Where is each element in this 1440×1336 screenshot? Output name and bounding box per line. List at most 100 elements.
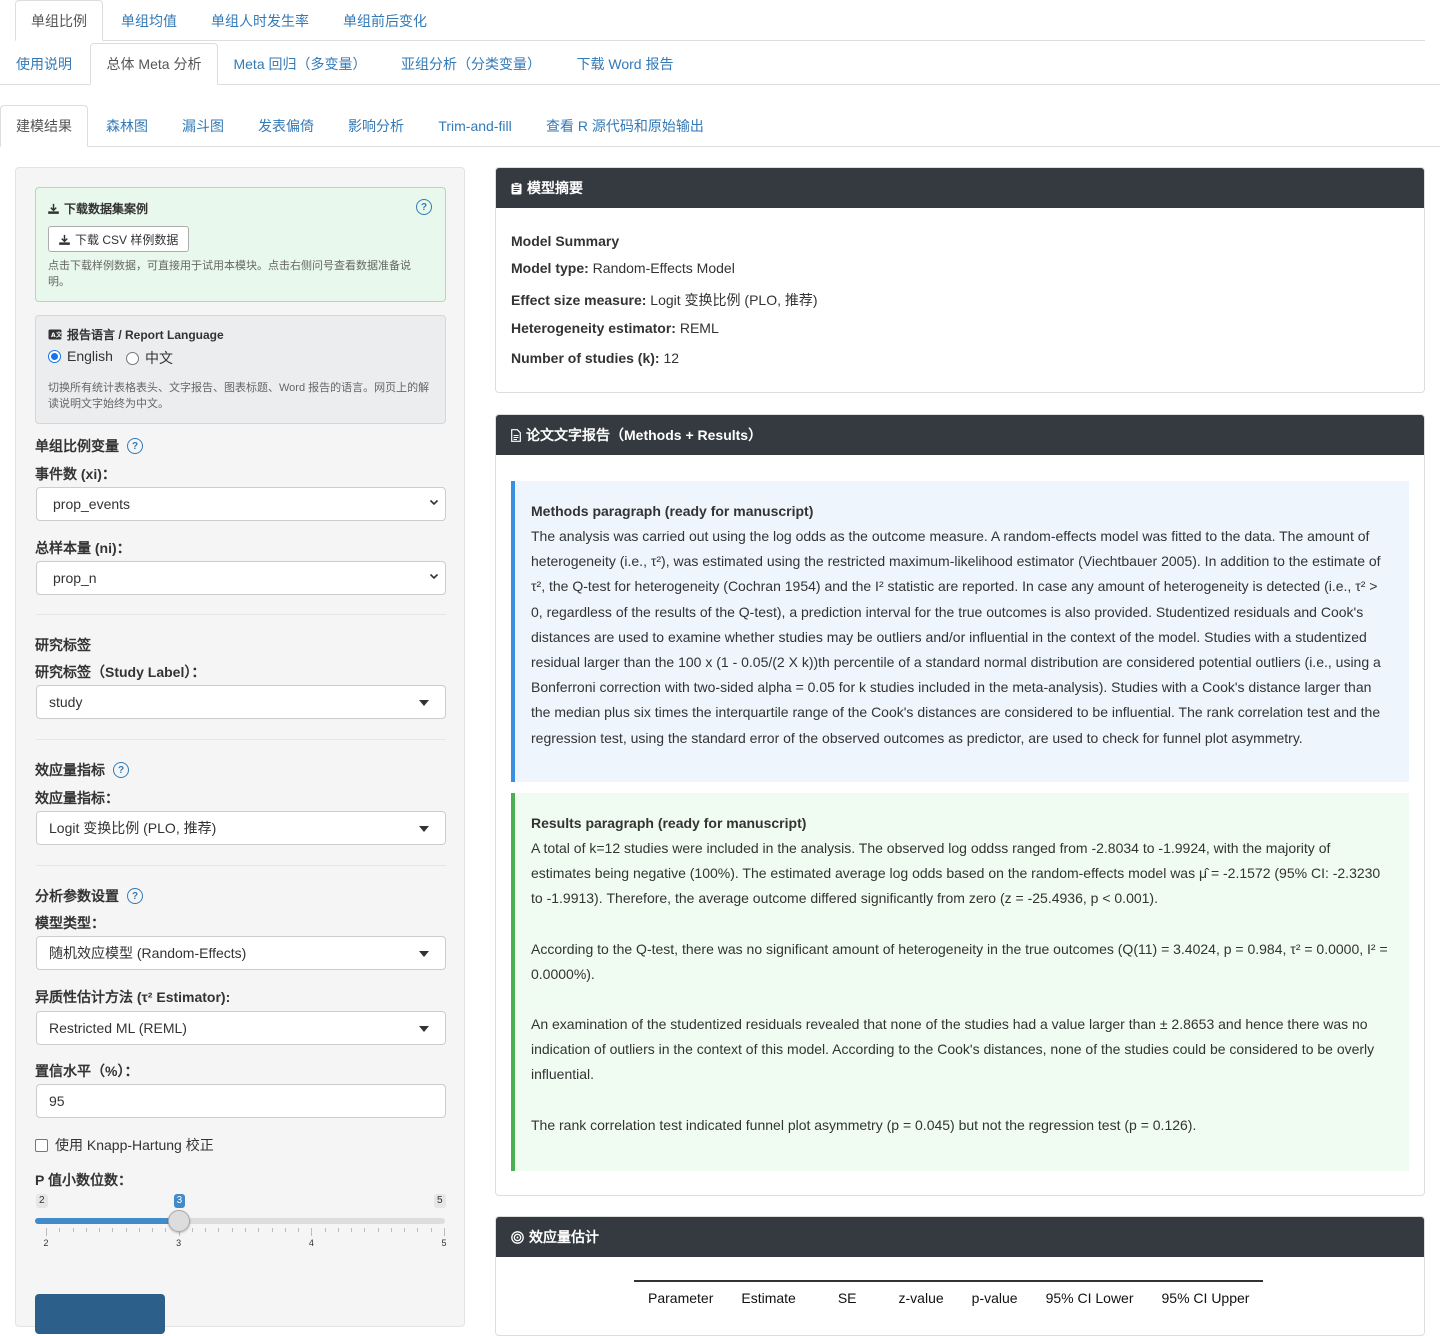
tab-single-mean[interactable]: 单组均值 (110, 0, 188, 41)
knapp-hartung-checkbox[interactable] (35, 1138, 48, 1152)
slider-tick (390, 1228, 392, 1232)
model-type-select[interactable]: 随机效应模型 (Random-Effects) (36, 936, 446, 970)
effect-estimate-header: 效应量估计 (496, 1217, 1424, 1257)
slider-tick (112, 1228, 114, 1232)
col-ci-lower: 95% CI Lower (1031, 1280, 1148, 1313)
methods-paragraph-text: The analysis was carried out using the l… (531, 528, 1381, 746)
slider-tick (85, 1228, 87, 1232)
effect-estimate-table: Parameter Estimate SE z-value p-value 95… (634, 1280, 1264, 1313)
tab-publication-bias[interactable]: 发表偏倚 (244, 105, 328, 147)
divider (36, 739, 446, 740)
tab-instructions[interactable]: 使用说明 (2, 43, 86, 85)
chevron-down-icon (429, 497, 439, 510)
radio-english[interactable] (48, 349, 61, 363)
report-language-card: A文 报告语言 / Report Language English 中文 切换所… (35, 315, 446, 424)
knapp-hartung-option[interactable]: 使用 Knapp-Hartung 校正 (35, 1135, 214, 1155)
slider-tick (284, 1228, 286, 1232)
p-digits-slider[interactable]: 2 5 3 2 3 4 5 (35, 1192, 447, 1252)
caret-down-icon (419, 700, 429, 706)
params-section-title: 分析参数设置 ? (35, 886, 143, 906)
tab-single-person-time[interactable]: 单组人时发生率 (200, 0, 320, 41)
slider-tick (430, 1228, 432, 1232)
slider-tick (152, 1228, 154, 1232)
slider-tick (298, 1228, 300, 1232)
slider-tick (417, 1228, 419, 1232)
effect-size-label: 效应量指标： (35, 790, 119, 806)
tab-model-results[interactable]: 建模结果 (0, 105, 88, 147)
results-paragraph-box: Results paragraph (ready for manuscript)… (511, 793, 1409, 1171)
effect-estimate-panel: 效应量估计 Parameter Estimate SE z-value p-va… (495, 1216, 1425, 1336)
slider-handle[interactable] (167, 1210, 190, 1232)
question-help-icon[interactable]: ? (113, 762, 129, 778)
slider-tick-label: 5 (441, 1238, 447, 1248)
results-paragraph-1: A total of k=12 studies were included in… (531, 840, 1381, 907)
col-ci-upper: 95% CI Upper (1147, 1280, 1264, 1313)
question-help-icon[interactable]: ? (416, 199, 432, 215)
events-select[interactable]: prop_events (36, 487, 446, 521)
slider-tick (125, 1228, 127, 1232)
slider-tick (46, 1228, 47, 1236)
download-csv-button[interactable]: 下载 CSV 样例数据 (48, 226, 190, 252)
slider-tick (245, 1228, 246, 1232)
events-label: 事件数 (xi)： (35, 466, 116, 482)
summary-number-of-studies: Number of studies (k): 12 (511, 350, 680, 366)
tau-estimator-select[interactable]: Restricted ML (REML) (36, 1011, 446, 1045)
tab-forest-plot[interactable]: 森林图 (92, 105, 162, 147)
n-label: 总样本量 (ni)： (35, 540, 131, 556)
results-paragraph-3: An examination of the studentized residu… (531, 1016, 1375, 1083)
radio-chinese[interactable] (126, 351, 139, 365)
caret-down-icon (419, 951, 429, 957)
effect-size-select[interactable]: Logit 变换比例 (PLO, 推荐) (36, 811, 446, 845)
slider-tick (311, 1228, 313, 1236)
col-estimate: Estimate (727, 1280, 810, 1313)
language-option-english[interactable]: English (48, 348, 113, 364)
language-card-title: A文 报告语言 / Report Language (48, 326, 224, 343)
slider-tick (138, 1228, 140, 1232)
slider-tick (205, 1228, 207, 1232)
col-p-value: p-value (957, 1280, 1032, 1313)
slider-tick (99, 1228, 101, 1232)
tab-subgroup[interactable]: 亚组分析（分类变量） (390, 43, 552, 85)
sidebar-panel: 下载数据集案例 ? 下载 CSV 样例数据 点击下载样例数据，可直接用于试用本模… (15, 167, 465, 1334)
download-card-title: 下载数据集案例 (48, 200, 148, 217)
model-type-label: 模型类型： (35, 915, 105, 931)
text-report-header: 论文文字报告（Methods + Results） (496, 415, 1424, 455)
slider-fill (35, 1218, 179, 1224)
slider-tick (218, 1228, 220, 1232)
slider-tick (377, 1228, 379, 1232)
tab-r-source[interactable]: 查看 R 源代码和原始输出 (532, 105, 718, 147)
tab-funnel-plot[interactable]: 漏斗图 (168, 105, 238, 147)
tab-single-proportion[interactable]: 单组比例 (15, 0, 103, 41)
tab-single-pre-post[interactable]: 单组前后变化 (332, 0, 438, 41)
question-help-icon[interactable]: ? (127, 888, 143, 904)
results-paragraph-4: The rank correlation test indicated funn… (531, 1116, 1197, 1133)
tab-download-word[interactable]: 下载 Word 报告 (566, 43, 684, 85)
slider-value-label: 3 (173, 1194, 186, 1208)
table-header-row: Parameter Estimate SE z-value p-value 95… (634, 1280, 1264, 1313)
study-section-title: 研究标签 (35, 637, 91, 653)
col-z-value: z-value (884, 1280, 958, 1313)
slider-tick-label: 4 (308, 1238, 314, 1248)
document-icon (511, 428, 521, 442)
tab-trim-and-fill[interactable]: Trim-and-fill (424, 105, 526, 147)
slider-tick-label: 3 (176, 1238, 182, 1248)
target-icon (511, 1230, 524, 1244)
study-select[interactable]: study (36, 685, 446, 719)
n-select[interactable]: prop_n (36, 561, 446, 595)
divider (36, 614, 446, 615)
ci-level-input[interactable]: 95 (36, 1084, 446, 1118)
model-summary-panel: 模型摘要 Model Summary Model type: Random-Ef… (495, 167, 1425, 393)
p-digits-label: P 值小数位数： (35, 1172, 132, 1188)
methods-paragraph-title: Methods paragraph (ready for manuscript) (531, 503, 814, 519)
chevron-down-icon (429, 571, 439, 584)
question-help-icon[interactable]: ? (127, 438, 143, 454)
tab-meta-regression[interactable]: Meta 回归（多变量） (222, 43, 378, 85)
slider-tick (191, 1228, 193, 1232)
slider-tick (364, 1228, 366, 1232)
run-analysis-button[interactable] (35, 1294, 165, 1334)
tab-overall-meta[interactable]: 总体 Meta 分析 (90, 43, 218, 85)
caret-down-icon (419, 826, 429, 832)
slider-tick (404, 1228, 406, 1232)
tab-influence[interactable]: 影响分析 (334, 105, 418, 147)
language-option-chinese[interactable]: 中文 (126, 348, 173, 368)
